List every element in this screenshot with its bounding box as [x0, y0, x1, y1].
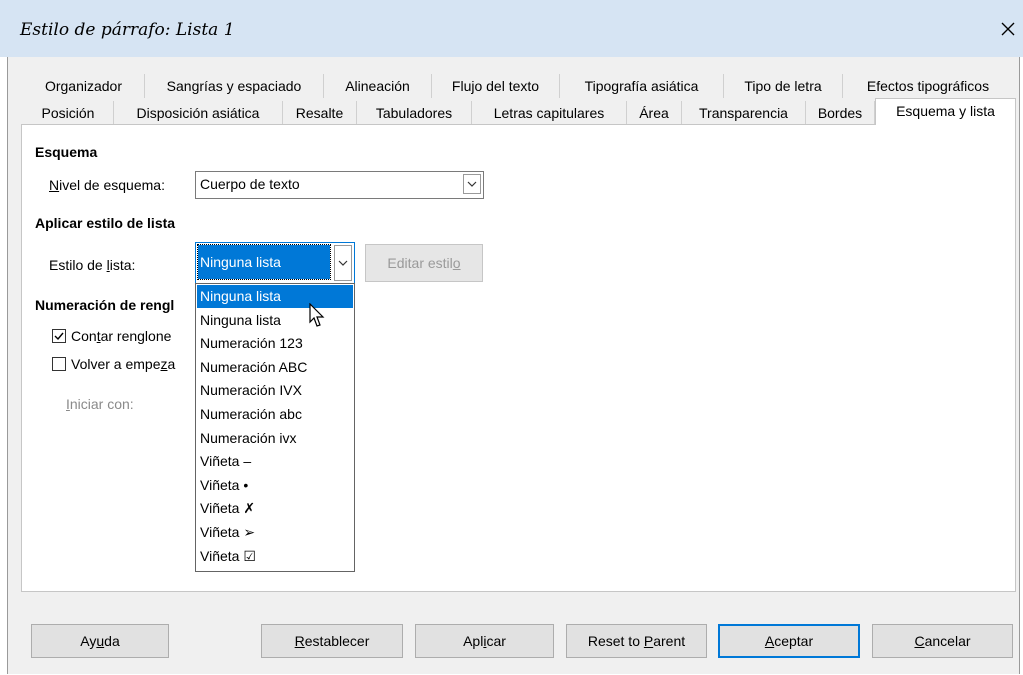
- list-item[interactable]: Viñeta ☑: [197, 545, 353, 568]
- tab-alineacion[interactable]: Alineación: [324, 74, 432, 98]
- list-item[interactable]: Numeración 123: [197, 332, 353, 355]
- tab-flujo-texto[interactable]: Flujo del texto: [432, 74, 560, 98]
- tab-esquema-lista[interactable]: Esquema y lista: [875, 98, 1016, 125]
- line-numbering-heading: Numeración de rengl: [35, 297, 175, 313]
- dialog-title: Estilo de párrafo: Lista 1: [20, 20, 235, 40]
- tab-organizador[interactable]: Organizador: [23, 74, 145, 98]
- list-style-label: Estilo de lista:: [49, 257, 136, 273]
- list-item[interactable]: Ninguna lista: [197, 285, 353, 308]
- list-style-heading: Aplicar estilo de lista: [35, 215, 176, 231]
- list-style-dropdown: Ninguna lista Ninguna lista Numeración 1…: [195, 283, 355, 572]
- apply-button[interactable]: Aplicar: [415, 624, 554, 658]
- count-lines-checkbox[interactable]: [52, 329, 66, 343]
- tab-efectos-tipograficos[interactable]: Efectos tipográficos: [843, 74, 1013, 98]
- list-style-select[interactable]: Ninguna lista: [195, 242, 355, 284]
- tab-tabuladores[interactable]: Tabuladores: [357, 101, 472, 125]
- list-item[interactable]: Numeración ABC: [197, 356, 353, 379]
- count-lines-label: Contar renglone: [71, 328, 172, 344]
- list-item[interactable]: Viñeta ➢: [197, 521, 353, 544]
- outline-level-value: Cuerpo de texto: [200, 176, 300, 192]
- tab-bordes[interactable]: Bordes: [806, 101, 875, 125]
- title-bar: Estilo de párrafo: Lista 1: [0, 0, 1023, 57]
- list-item[interactable]: Viñeta ✗: [197, 497, 353, 520]
- close-icon[interactable]: [996, 17, 1020, 41]
- edit-style-button[interactable]: Editar estilo: [365, 244, 483, 282]
- list-item[interactable]: Viñeta –: [197, 450, 353, 473]
- outline-level-label-text: ivel de esquema:: [59, 177, 165, 193]
- list-item[interactable]: Numeración IVX: [197, 379, 353, 402]
- ok-button[interactable]: Aceptar: [718, 624, 860, 658]
- reset-to-parent-button[interactable]: Reset to Parent: [566, 624, 707, 658]
- list-item[interactable]: Numeración abc: [197, 403, 353, 426]
- tab-sangrias-espaciado[interactable]: Sangrías y espaciado: [145, 74, 324, 98]
- chevron-down-icon[interactable]: [463, 174, 481, 194]
- tab-posicion[interactable]: Posición: [23, 101, 114, 125]
- tab-area[interactable]: Área: [627, 101, 682, 125]
- tab-tipografia-asiatica[interactable]: Tipografía asiática: [560, 74, 724, 98]
- outline-level-label: Nivel de esquema:: [49, 177, 165, 193]
- help-button[interactable]: Ayuda: [31, 624, 169, 658]
- chevron-down-icon[interactable]: [334, 245, 352, 281]
- tab-tipo-letra[interactable]: Tipo de letra: [724, 74, 843, 98]
- restart-checkbox[interactable]: [52, 357, 66, 371]
- outline-heading: Esquema: [35, 144, 98, 160]
- list-style-value: Ninguna lista: [197, 244, 331, 280]
- tab-resalte[interactable]: Resalte: [283, 101, 357, 125]
- tab-disposicion-asiatica[interactable]: Disposición asiática: [114, 101, 283, 125]
- list-item[interactable]: Ninguna lista: [197, 309, 353, 332]
- tab-transparencia[interactable]: Transparencia: [682, 101, 806, 125]
- list-item[interactable]: Numeración ivx: [197, 427, 353, 450]
- reset-button[interactable]: Restablecer: [261, 624, 403, 658]
- tab-letras-capitulares[interactable]: Letras capitulares: [472, 101, 627, 125]
- outline-level-select[interactable]: Cuerpo de texto: [195, 171, 484, 199]
- start-with-label: Iniciar con:: [66, 396, 134, 412]
- cancel-button[interactable]: Cancelar: [872, 624, 1013, 658]
- restart-label: Volver a empeza: [71, 356, 176, 372]
- cursor-icon: [309, 303, 325, 327]
- list-item[interactable]: Viñeta •: [197, 474, 353, 497]
